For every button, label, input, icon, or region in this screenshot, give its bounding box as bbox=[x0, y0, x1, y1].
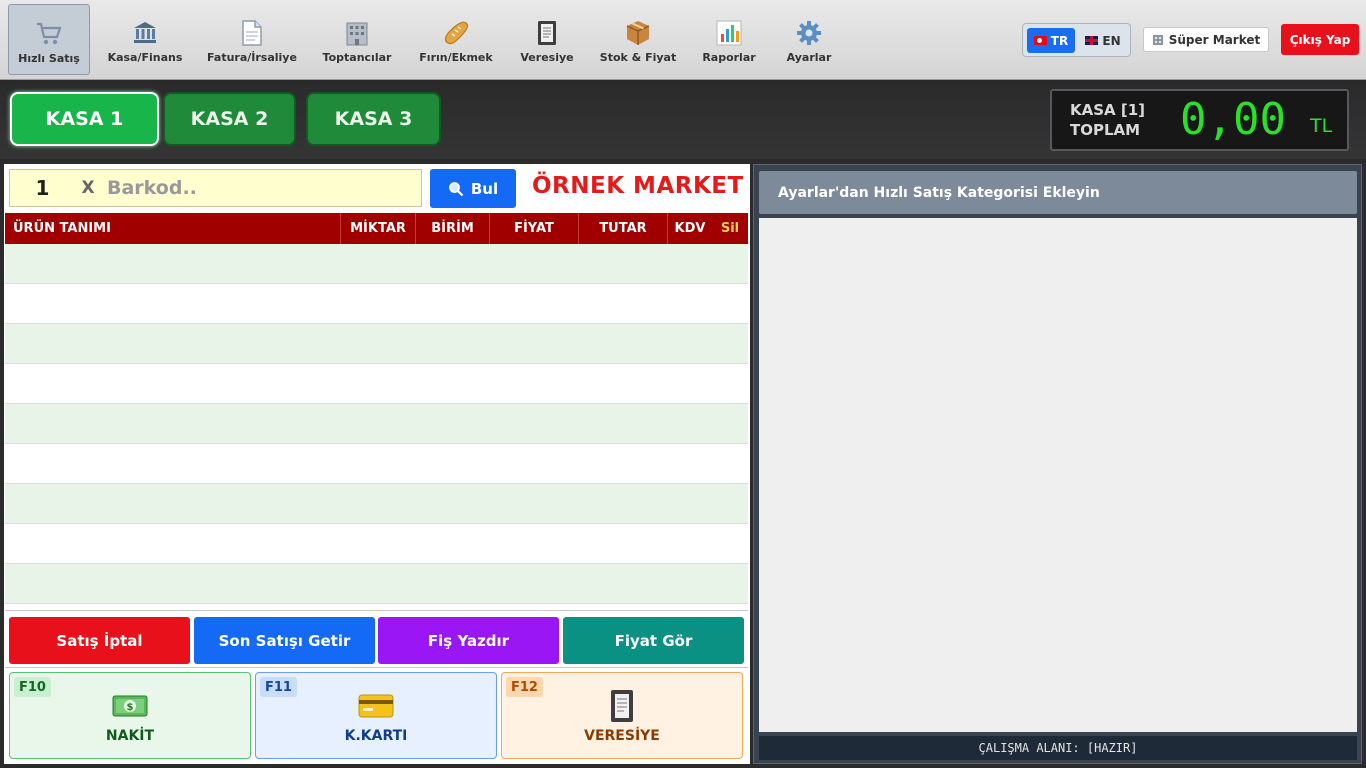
uk-flag-icon bbox=[1085, 36, 1099, 45]
toolbar-finance[interactable]: Kasa/Finans bbox=[104, 4, 186, 75]
total-currency: TL bbox=[1310, 115, 1333, 137]
register-bar: KASA 1 KASA 2 KASA 3 KASA [1] TOPLAM 0,0… bbox=[0, 80, 1366, 159]
toolbar-stock[interactable]: Stok & Fiyat bbox=[600, 4, 676, 75]
table-row[interactable] bbox=[5, 444, 748, 484]
pay-credit-button[interactable]: F12 VERESİYE bbox=[501, 672, 743, 759]
toolbar-label: Toptancılar bbox=[322, 51, 392, 64]
print-receipt-button[interactable]: Fiş Yazdır bbox=[378, 617, 559, 664]
toolbar-quick-sale[interactable]: Hızlı Satış bbox=[8, 4, 90, 75]
pay-credit-label: VERESİYE bbox=[584, 728, 660, 744]
store-name: Süper Market bbox=[1168, 32, 1261, 47]
action-bar: Satış İptal Son Satışı Getir Fiş Yazdır … bbox=[5, 610, 748, 668]
pay-cash-button[interactable]: F10 $ NAKİT bbox=[9, 672, 251, 759]
language-switcher: TR EN bbox=[1022, 23, 1131, 57]
toolbar-label: Ayarlar bbox=[786, 51, 832, 64]
column-vat[interactable]: KDV bbox=[667, 213, 712, 244]
last-sale-button[interactable]: Son Satışı Getir bbox=[194, 617, 375, 664]
table-row[interactable] bbox=[5, 244, 748, 284]
quick-sale-panel: Ayarlar'dan Hızlı Satış Kategorisi Ekley… bbox=[753, 164, 1362, 764]
total-display: KASA [1] TOPLAM 0,00 TL bbox=[1050, 89, 1349, 151]
building-icon bbox=[1152, 34, 1163, 45]
toolbar-wholesalers[interactable]: Toptancılar bbox=[318, 4, 396, 75]
table-row[interactable] bbox=[5, 364, 748, 404]
toolbar-invoice[interactable]: Fatura/İrsaliye bbox=[206, 4, 298, 75]
bar-chart-icon bbox=[714, 18, 744, 48]
turkey-flag-icon bbox=[1033, 36, 1047, 45]
language-tr-button[interactable]: TR bbox=[1027, 28, 1075, 53]
sale-grid-body[interactable] bbox=[5, 244, 748, 607]
sale-grid-header: ÜRÜN TANIMI MİKTAR BİRİM FİYAT TUTAR KDV… bbox=[5, 213, 748, 244]
register-tab-3[interactable]: KASA 3 bbox=[306, 92, 441, 146]
language-en-label: EN bbox=[1102, 33, 1121, 48]
toolbar-label: Veresiye bbox=[520, 51, 574, 64]
toolbar-settings[interactable]: Ayarlar bbox=[780, 4, 838, 75]
language-tr-label: TR bbox=[1050, 33, 1069, 48]
toolbar-bakery[interactable]: Fırın/Ekmek bbox=[416, 4, 496, 75]
table-row[interactable] bbox=[5, 524, 748, 564]
find-button[interactable]: Bul bbox=[430, 169, 516, 208]
cancel-sale-button[interactable]: Satış İptal bbox=[9, 617, 190, 664]
status-bar: ÇALIŞMA ALANI: [HAZIR] bbox=[759, 736, 1357, 760]
toolbar-label: Fatura/İrsaliye bbox=[207, 51, 297, 64]
credit-card-icon bbox=[256, 687, 496, 725]
quick-sale-category-area[interactable] bbox=[759, 218, 1357, 732]
toolbar-credit[interactable]: Veresiye bbox=[516, 4, 578, 75]
multiply-sign: X bbox=[75, 169, 101, 207]
pay-card-label: K.KARTI bbox=[344, 728, 408, 744]
total-register-label: KASA [1] bbox=[1070, 101, 1146, 119]
package-icon bbox=[623, 18, 653, 48]
toolbar-label: Fırın/Ekmek bbox=[419, 51, 493, 64]
toolbar-label: Kasa/Finans bbox=[107, 51, 183, 64]
language-en-button[interactable]: EN bbox=[1079, 28, 1127, 53]
barcode-input[interactable] bbox=[101, 169, 422, 207]
store-selector-button[interactable]: Süper Market bbox=[1143, 27, 1269, 52]
quantity-field[interactable]: 1 bbox=[9, 169, 75, 207]
column-quantity[interactable]: MİKTAR bbox=[340, 213, 415, 244]
notebook-icon bbox=[532, 18, 562, 48]
bread-icon bbox=[441, 18, 471, 48]
top-toolbar: Hızlı Satış Kasa/Finans Fatura/İrsaliye … bbox=[0, 0, 1366, 80]
toolbar-label: Hızlı Satış bbox=[18, 52, 80, 65]
document-icon bbox=[237, 18, 267, 48]
sale-panel: 1 X Bul ÖRNEK MARKET ÜRÜN TANIMI MİKTAR … bbox=[4, 164, 750, 764]
register-tab-1[interactable]: KASA 1 bbox=[10, 92, 159, 146]
column-delete[interactable]: Sil bbox=[712, 213, 748, 244]
bank-icon bbox=[130, 18, 160, 48]
toolbar-label: Stok & Fiyat bbox=[599, 51, 677, 64]
total-label: KASA [1] TOPLAM bbox=[1070, 100, 1145, 140]
toolbar-label: Raporlar bbox=[702, 51, 756, 64]
gear-icon bbox=[794, 18, 824, 48]
table-row[interactable] bbox=[5, 404, 748, 444]
column-unit[interactable]: BİRİM bbox=[415, 213, 489, 244]
quick-sale-header: Ayarlar'dan Hızlı Satış Kategorisi Ekley… bbox=[759, 171, 1357, 214]
column-total[interactable]: TUTAR bbox=[578, 213, 667, 244]
table-row[interactable] bbox=[5, 284, 748, 324]
find-button-label: Bul bbox=[470, 179, 499, 198]
table-row[interactable] bbox=[5, 484, 748, 524]
shopping-cart-icon bbox=[34, 19, 64, 49]
money-icon: $ bbox=[10, 687, 250, 725]
total-amount: 0,00 bbox=[1180, 94, 1286, 145]
column-product[interactable]: ÜRÜN TANIMI bbox=[13, 213, 111, 244]
search-icon bbox=[448, 181, 464, 196]
svg-text:$: $ bbox=[127, 702, 134, 713]
column-price[interactable]: FİYAT bbox=[489, 213, 578, 244]
notebook-icon bbox=[502, 687, 742, 725]
toolbar-reports[interactable]: Raporlar bbox=[698, 4, 760, 75]
building-icon bbox=[342, 18, 372, 48]
total-caption: TOPLAM bbox=[1070, 121, 1141, 139]
market-name: ÖRNEK MARKET bbox=[532, 173, 744, 199]
logout-button[interactable]: Çıkış Yap bbox=[1281, 24, 1359, 55]
register-tab-2[interactable]: KASA 2 bbox=[163, 92, 296, 146]
pay-card-button[interactable]: F11 K.KARTI bbox=[255, 672, 497, 759]
pay-cash-label: NAKİT bbox=[105, 728, 155, 744]
table-row[interactable] bbox=[5, 564, 748, 604]
table-row[interactable] bbox=[5, 324, 748, 364]
price-check-button[interactable]: Fiyat Gör bbox=[563, 617, 744, 664]
